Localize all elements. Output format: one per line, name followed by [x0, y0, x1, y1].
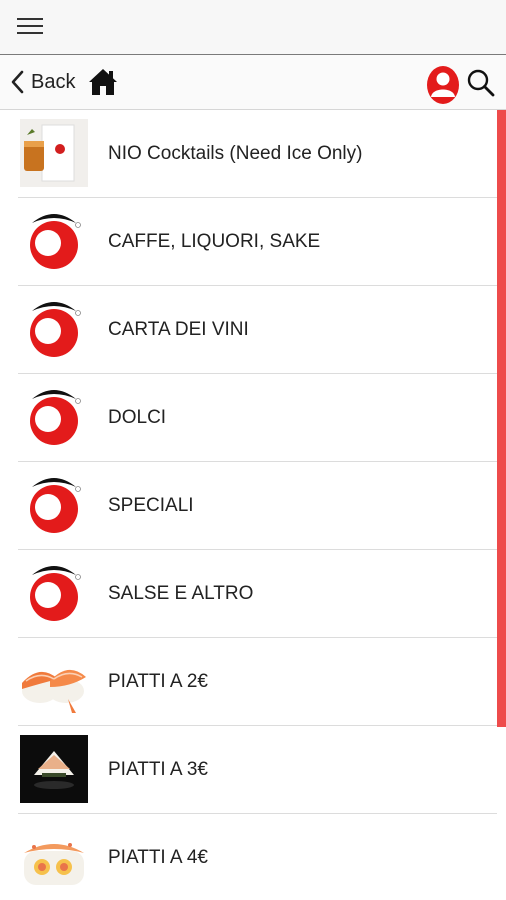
brand-logo-icon — [30, 214, 81, 269]
list-item[interactable]: SALSE E ALTRO — [18, 550, 497, 638]
sushi-dark-thumbnail — [20, 735, 88, 803]
home-icon[interactable] — [88, 67, 118, 97]
category-list: NIO Cocktails (Need Ice Only) CAFFE, LIQ… — [0, 110, 497, 900]
list-item[interactable]: NIO Cocktails (Need Ice Only) — [18, 110, 497, 198]
list-item-label: NIO Cocktails (Need Ice Only) — [108, 143, 363, 164]
search-icon[interactable] — [466, 68, 496, 98]
cocktail-thumbnail — [20, 119, 88, 187]
list-item-label: DOLCI — [108, 407, 167, 428]
list-item-label: CARTA DEI VINI — [108, 319, 249, 340]
back-label: Back — [31, 70, 76, 93]
user-icon[interactable] — [426, 65, 460, 105]
hamburger-icon[interactable] — [17, 16, 43, 36]
chevron-left-icon — [11, 70, 24, 94]
brand-logo-icon — [30, 566, 81, 621]
brand-logo-icon — [30, 302, 81, 357]
list-item[interactable]: CARTA DEI VINI — [18, 286, 497, 374]
roll-thumbnail — [20, 823, 88, 891]
list-item-label: CAFFE, LIQUORI, SAKE — [108, 231, 321, 252]
back-button[interactable]: Back — [10, 67, 75, 97]
list-item-label: PIATTI A 2€ — [108, 671, 208, 692]
list-item[interactable]: PIATTI A 4€ — [18, 814, 497, 900]
list-item-label: PIATTI A 4€ — [108, 847, 208, 868]
list-item-label: PIATTI A 3€ — [108, 759, 208, 780]
list-item-label: SPECIALI — [108, 495, 194, 516]
list-item[interactable]: PIATTI A 2€ — [18, 638, 497, 726]
list-item-label: SALSE E ALTRO — [108, 583, 254, 604]
list-item[interactable]: SPECIALI — [18, 462, 497, 550]
list-item[interactable]: CAFFE, LIQUORI, SAKE — [18, 198, 497, 286]
top-bar — [0, 0, 506, 55]
nigiri-thumbnail — [20, 647, 88, 715]
list-item[interactable]: PIATTI A 3€ — [18, 726, 497, 814]
brand-logo-icon — [30, 478, 81, 533]
scrollbar[interactable] — [497, 110, 506, 727]
list-item[interactable]: DOLCI — [18, 374, 497, 462]
brand-logo-icon — [30, 390, 81, 445]
